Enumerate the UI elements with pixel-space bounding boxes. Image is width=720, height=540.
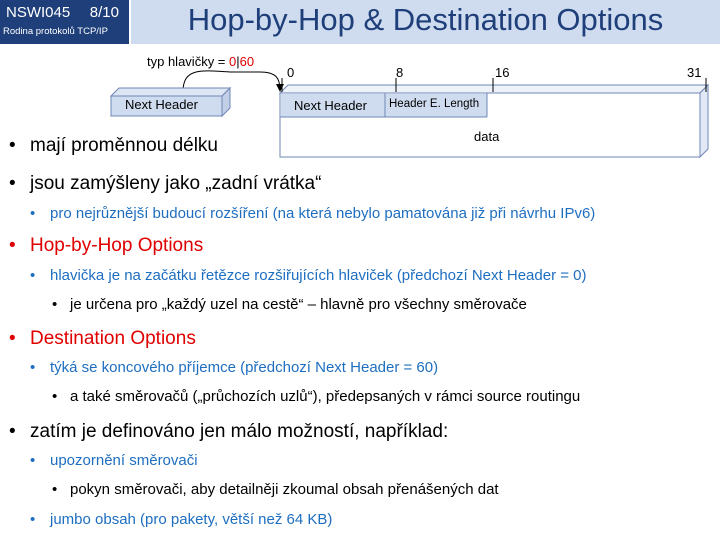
- bit-tick-31: 31: [687, 65, 702, 80]
- prev-next-header-field: Next Header: [125, 97, 198, 112]
- bit-tick-0: 0: [287, 65, 295, 80]
- header-length-field: Header E. Length: [389, 98, 480, 110]
- bit-tick-16: 16: [495, 65, 510, 80]
- data-field: data: [474, 129, 500, 144]
- bit-tick-8: 8: [396, 65, 404, 80]
- next-header-field: Next Header: [294, 98, 367, 113]
